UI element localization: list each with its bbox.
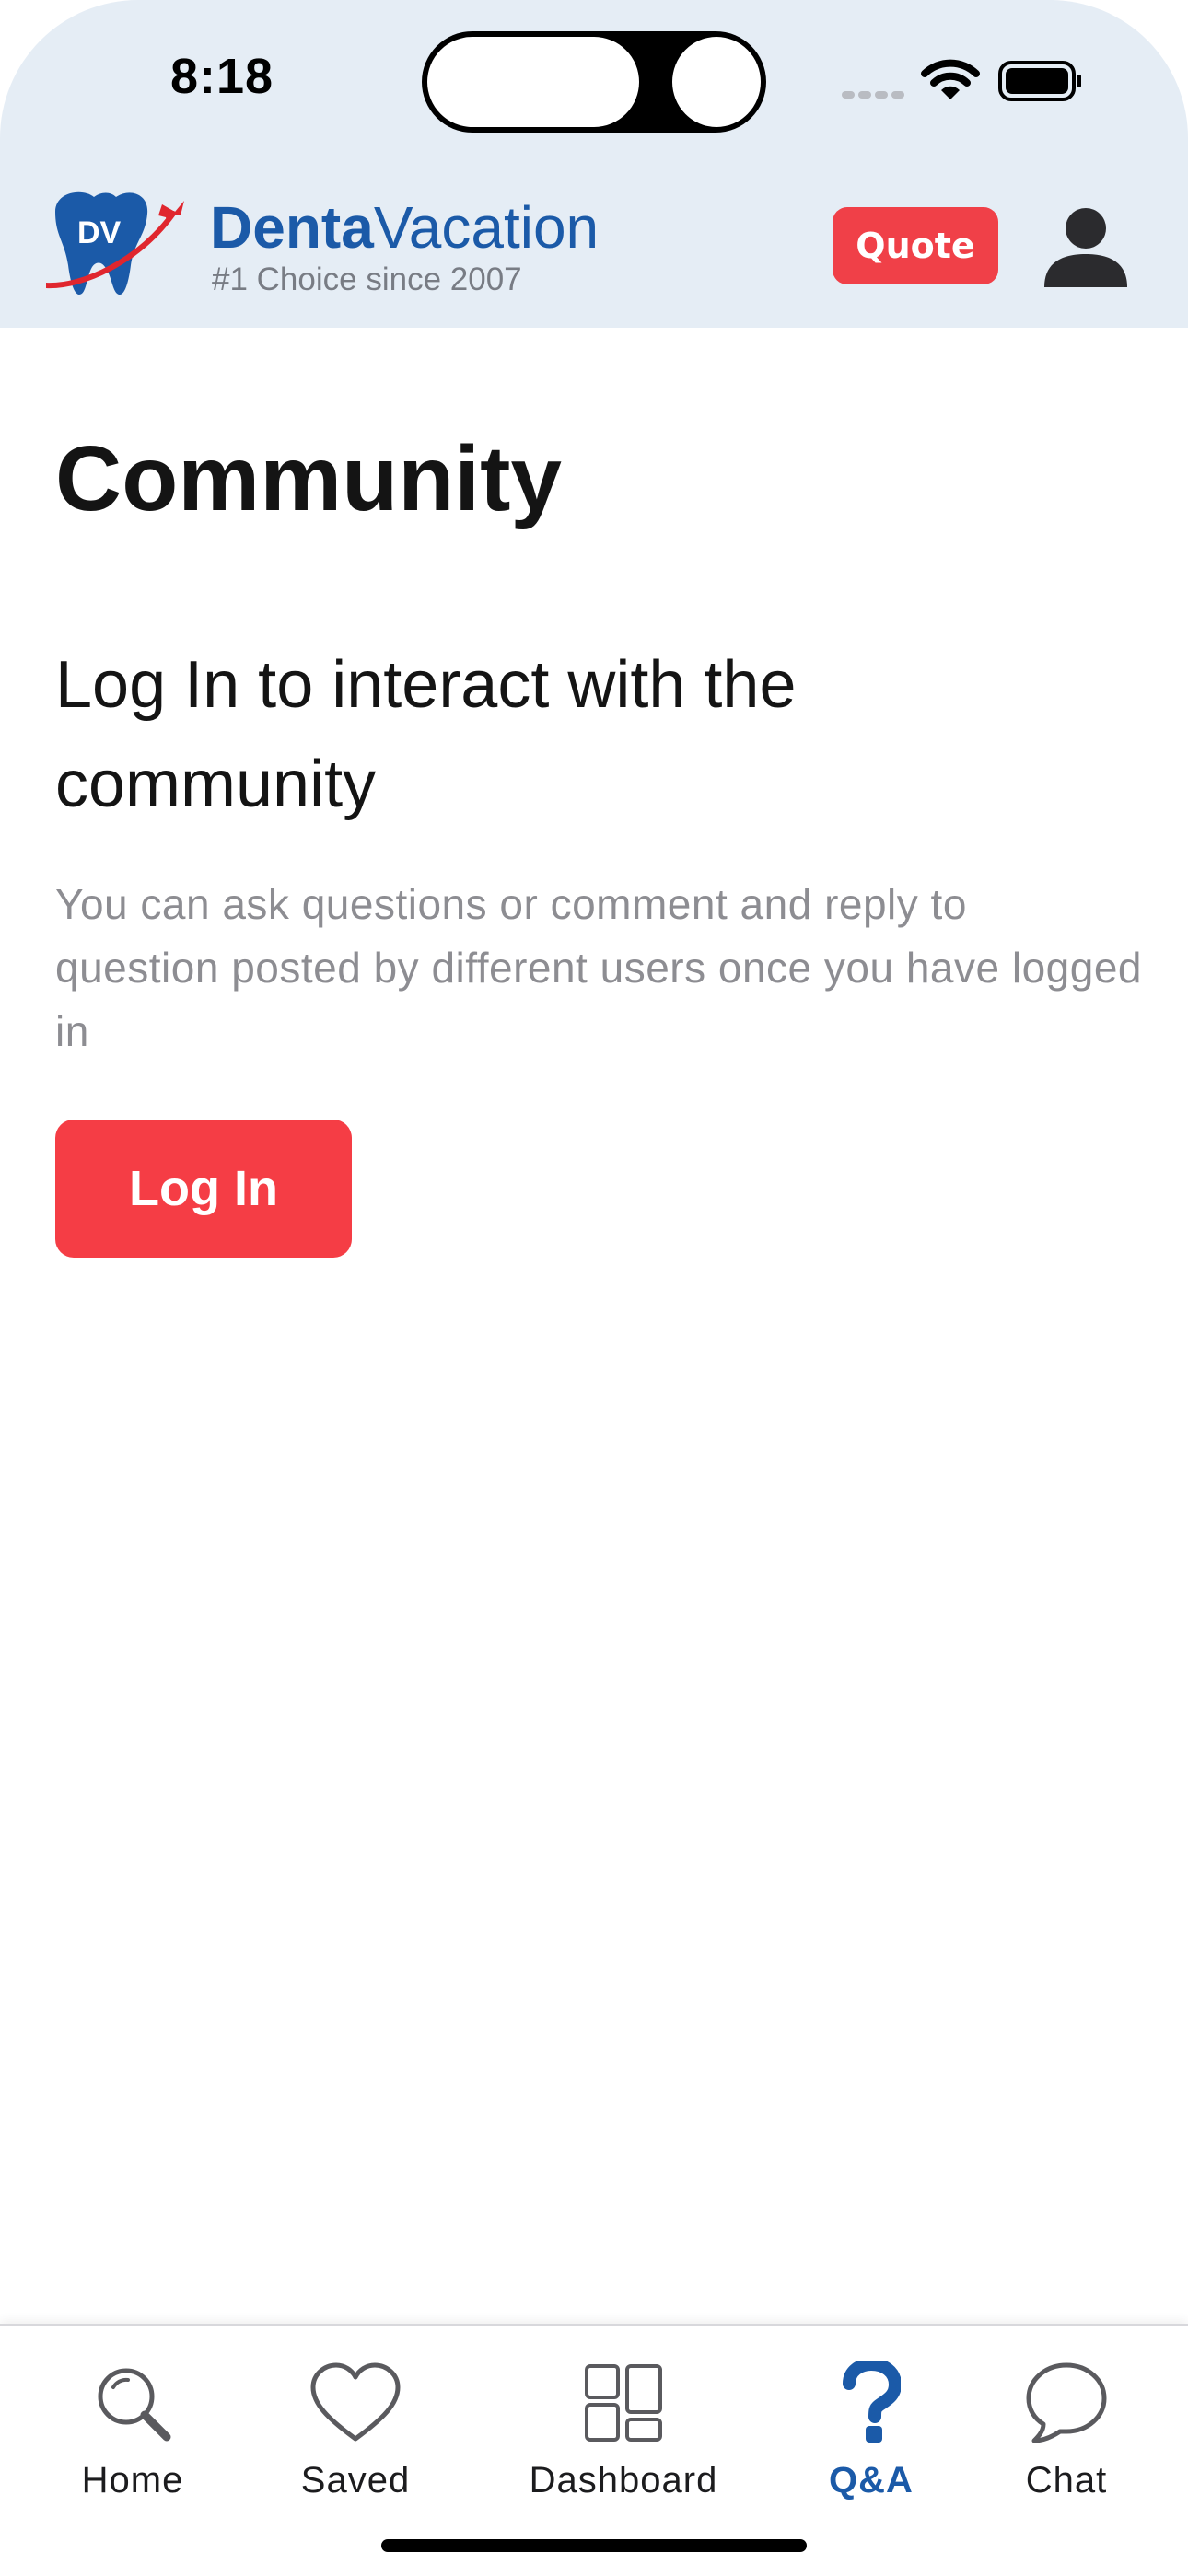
wifi-icon bbox=[921, 59, 980, 99]
app-header: 8:18 DV DentaVacation #1 Choice since 20… bbox=[0, 0, 1188, 328]
status-time: 8:18 bbox=[170, 49, 274, 104]
brand-name-light: Vacation bbox=[373, 194, 600, 261]
dentavacation-logo-icon: DV bbox=[46, 191, 184, 295]
tab-home-label: Home bbox=[81, 2460, 184, 2501]
dashboard-icon bbox=[585, 2364, 662, 2442]
login-prompt-heading: Log In to interact with the community bbox=[55, 648, 797, 821]
quote-button[interactable]: Quote bbox=[833, 207, 998, 284]
search-icon bbox=[98, 2368, 171, 2442]
cellular-signal-icon bbox=[842, 87, 908, 103]
brand-name: DentaVacation bbox=[210, 193, 599, 261]
tab-qa[interactable]: Q&A bbox=[810, 2326, 932, 2528]
tab-chat-label: Chat bbox=[1025, 2460, 1108, 2501]
tab-home[interactable]: Home bbox=[59, 2326, 206, 2528]
tab-qa-label: Q&A bbox=[829, 2460, 914, 2501]
tab-dashboard-label: Dashboard bbox=[529, 2460, 718, 2501]
brand-tagline: #1 Choice since 2007 bbox=[212, 261, 522, 297]
login-button[interactable]: Log In bbox=[55, 1120, 352, 1258]
brand-name-bold: Denta bbox=[210, 194, 374, 261]
tab-saved[interactable]: Saved bbox=[282, 2326, 429, 2528]
tab-chat[interactable]: Chat bbox=[1009, 2326, 1124, 2528]
question-icon bbox=[843, 2361, 901, 2443]
heart-icon bbox=[310, 2362, 401, 2442]
login-prompt-description: You can ask questions or comment and rep… bbox=[55, 880, 1143, 1055]
island-pill-right bbox=[672, 37, 761, 127]
page-title: Community bbox=[55, 427, 562, 530]
tab-saved-label: Saved bbox=[300, 2460, 411, 2501]
svg-text:DV: DV bbox=[77, 215, 122, 250]
tab-dashboard[interactable]: Dashboard bbox=[516, 2326, 731, 2528]
account-icon[interactable] bbox=[1041, 206, 1131, 289]
island-pill-left bbox=[427, 37, 639, 127]
chat-bubble-icon bbox=[1026, 2362, 1107, 2443]
bottom-tab-bar: Home Saved Dashboard Q&A Chat bbox=[0, 2324, 1188, 2576]
battery-icon bbox=[998, 61, 1081, 101]
home-indicator bbox=[381, 2539, 807, 2552]
